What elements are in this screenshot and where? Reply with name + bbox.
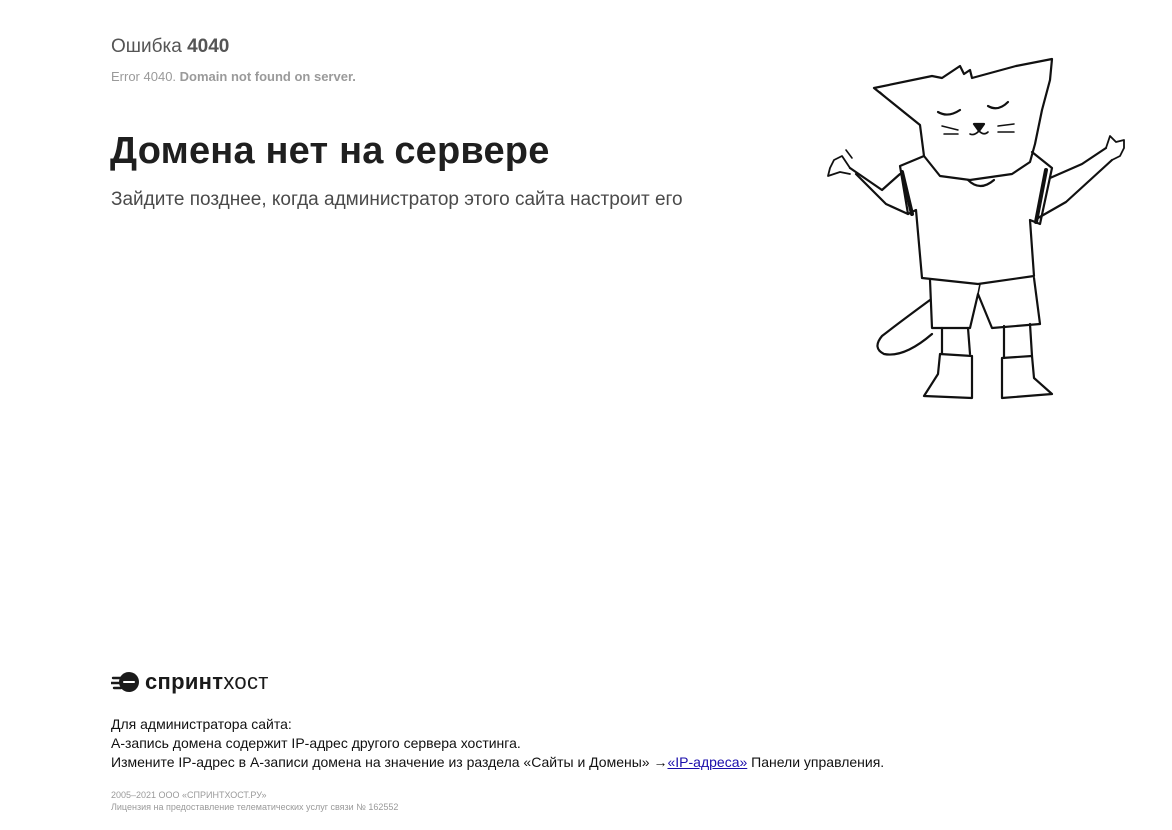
admin-heading: Для администратора сайта: (111, 716, 292, 732)
page-subtitle: Зайдите позднее, когда администратор это… (111, 189, 683, 210)
error-desc-prefix: Error 4040. (111, 69, 177, 84)
error-description: Error 4040. Domain not found on server. (111, 69, 356, 85)
logo-text: спринтхост (145, 668, 269, 696)
logo-light-part: хост (223, 669, 269, 694)
admin-line-2-suffix: Панели управления. (747, 754, 885, 770)
logo-bold-part: спринт (145, 669, 224, 694)
license: Лицензия на предоставление телематически… (111, 802, 399, 812)
error-page: Ошибка 4040 Error 4040. Domain not found… (0, 0, 1172, 830)
error-code: Ошибка 4040 (111, 36, 229, 58)
admin-line-2: Измените IP-адрес в A-записи домена на з… (111, 753, 884, 772)
legal-info: 2005–2021 ООО «СПРИНТХОСТ.РУ» Лицензия н… (111, 789, 398, 813)
sprinthost-logo-icon (111, 672, 139, 692)
admin-line-1: A-запись домена содержит IP-адрес другог… (111, 735, 521, 751)
error-number: 4040 (187, 36, 230, 57)
ip-addresses-link[interactable]: «IP-адреса» (667, 754, 747, 770)
sprinthost-logo[interactable]: спринтхост (111, 668, 269, 696)
error-prefix: Ошибка (111, 36, 182, 57)
page-title: Домена нет на сервере (110, 130, 550, 172)
cat-shrugging-illustration (827, 57, 1125, 400)
admin-line-2-prefix: Измените IP-адрес в A-записи домена на з… (111, 754, 668, 770)
error-desc-message: Domain not found on server. (179, 69, 356, 84)
copyright: 2005–2021 ООО «СПРИНТХОСТ.РУ» (111, 790, 267, 800)
admin-instructions: Для администратора сайта: A-запись домен… (111, 715, 884, 772)
